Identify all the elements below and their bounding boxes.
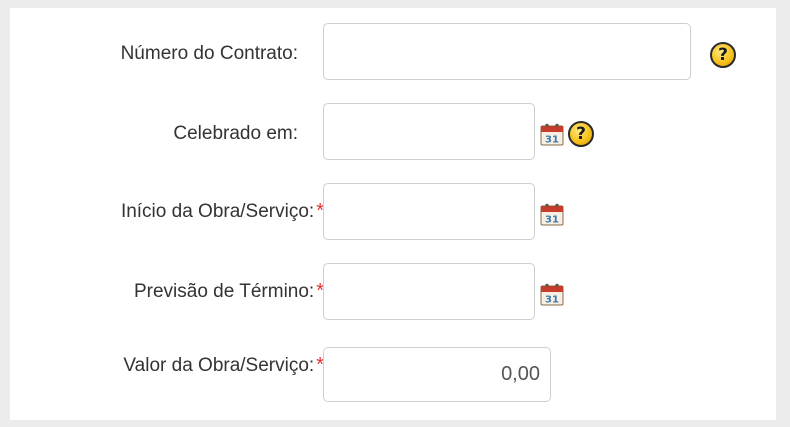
inicio-obra-label: Início da Obra/Serviço: *: [120, 200, 324, 222]
calendar-day-number: 31: [545, 135, 559, 146]
numero-contrato-input[interactable]: [323, 23, 691, 80]
calendar-icon[interactable]: 31: [540, 202, 564, 226]
celebrado-em-label: Celebrado em:: [173, 123, 298, 144]
previsao-termino-input[interactable]: [323, 263, 535, 320]
contract-form: Número do Contrato: ? Celebrado em: 31 ?…: [10, 8, 776, 420]
numero-contrato-label: Número do Contrato:: [120, 43, 298, 64]
valor-obra-input[interactable]: [323, 347, 551, 402]
calendar-day-number: 31: [545, 215, 559, 226]
previsao-termino-label: Previsão de Término: *: [133, 280, 324, 302]
help-icon[interactable]: ?: [710, 42, 736, 68]
inicio-obra-input[interactable]: [323, 183, 535, 240]
calendar-icon[interactable]: 31: [540, 122, 564, 146]
help-icon[interactable]: ?: [568, 121, 594, 147]
calendar-icon[interactable]: 31: [540, 282, 564, 306]
calendar-day-number: 31: [545, 295, 559, 306]
valor-obra-label: Valor da Obra/Serviço: *: [123, 354, 324, 376]
celebrado-em-input[interactable]: [323, 103, 535, 160]
